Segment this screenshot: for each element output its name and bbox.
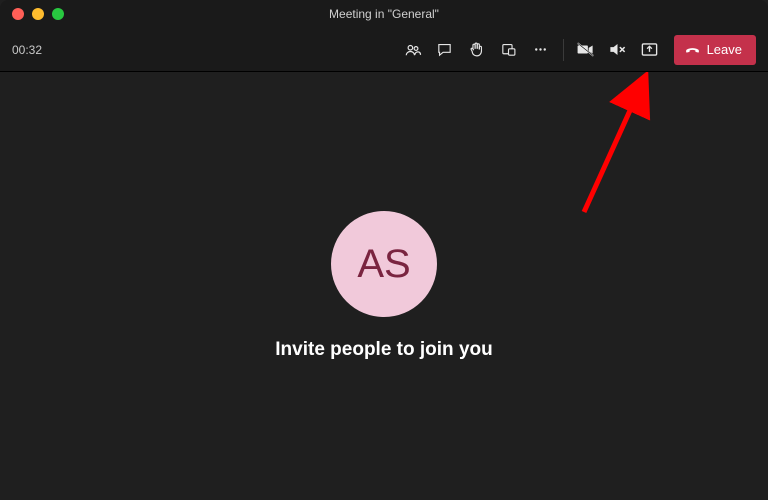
meeting-timer: 00:32 bbox=[12, 43, 42, 57]
close-window-button[interactable] bbox=[12, 8, 24, 20]
share-screen-button[interactable] bbox=[634, 34, 666, 66]
participants-button[interactable] bbox=[397, 34, 429, 66]
hangup-icon bbox=[684, 41, 701, 58]
breakout-rooms-icon bbox=[500, 41, 517, 58]
share-tray-icon bbox=[640, 40, 659, 59]
camera-toggle-button[interactable] bbox=[570, 34, 602, 66]
rooms-button[interactable] bbox=[493, 34, 525, 66]
window-title: Meeting in "General" bbox=[0, 7, 768, 21]
more-actions-button[interactable] bbox=[525, 34, 557, 66]
camera-off-icon bbox=[576, 40, 595, 59]
speaker-off-icon bbox=[608, 40, 627, 59]
minimize-window-button[interactable] bbox=[32, 8, 44, 20]
zoom-window-button[interactable] bbox=[52, 8, 64, 20]
toolbar-divider bbox=[563, 39, 564, 61]
raise-hand-button[interactable] bbox=[461, 34, 493, 66]
audio-toggle-button[interactable] bbox=[602, 34, 634, 66]
meeting-toolbar: 00:32 bbox=[0, 28, 768, 72]
leave-button[interactable]: Leave bbox=[674, 35, 756, 65]
ellipsis-icon bbox=[532, 41, 549, 58]
hand-icon bbox=[468, 41, 485, 58]
chat-icon bbox=[436, 41, 453, 58]
chat-button[interactable] bbox=[429, 34, 461, 66]
avatar-initials: AS bbox=[357, 242, 410, 287]
meeting-stage: AS Invite people to join you bbox=[0, 72, 768, 500]
people-icon bbox=[404, 41, 422, 59]
participant-avatar: AS bbox=[331, 211, 437, 317]
window-controls[interactable] bbox=[0, 8, 64, 20]
window-titlebar: Meeting in "General" bbox=[0, 0, 768, 28]
leave-label: Leave bbox=[707, 42, 742, 57]
invite-message: Invite people to join you bbox=[275, 339, 492, 361]
